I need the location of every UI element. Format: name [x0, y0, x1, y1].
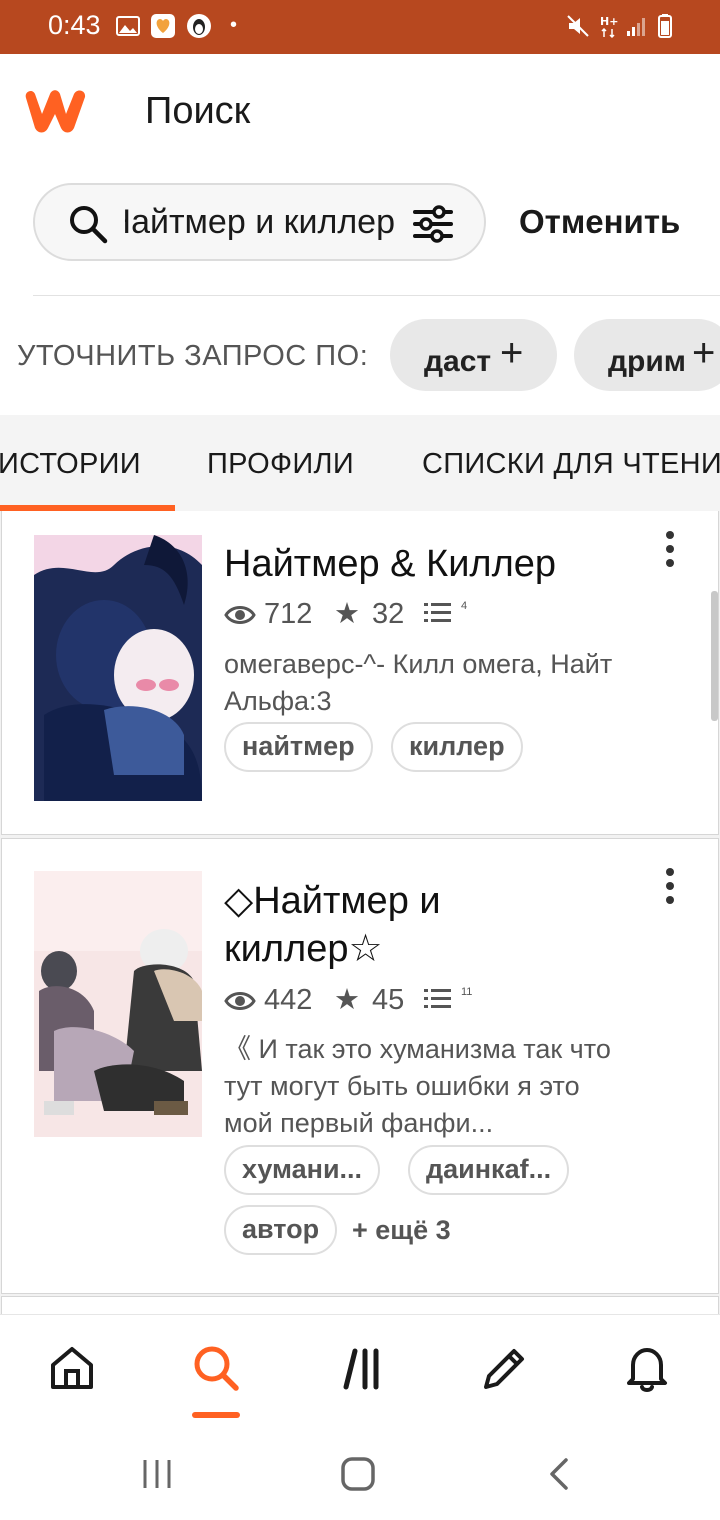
home-button-icon[interactable]	[340, 1456, 376, 1492]
story-stats: 712 ★ 32 4	[224, 598, 524, 634]
more-options-icon[interactable]	[660, 530, 680, 570]
status-bar: 0:43 • H+	[0, 0, 720, 54]
back-icon[interactable]	[542, 1456, 578, 1492]
votes-count: 32	[372, 598, 405, 630]
story-list: Найтмер & Киллер 712 ★ 32 4 омегаверс-^-…	[0, 511, 720, 1314]
more-tags-link[interactable]: + ещё 3	[352, 1215, 451, 1246]
recent-apps-icon[interactable]	[139, 1456, 175, 1492]
notifications-icon[interactable]	[622, 1343, 672, 1393]
library-icon[interactable]	[338, 1343, 388, 1393]
story-cover-image[interactable]	[34, 535, 202, 801]
heart-app-icon	[151, 14, 175, 38]
home-icon[interactable]	[47, 1343, 97, 1393]
search-bar[interactable]	[33, 183, 486, 261]
story-cover-image[interactable]	[34, 871, 202, 1137]
signal-icon	[627, 18, 645, 36]
story-tag[interactable]: хумани...	[224, 1145, 381, 1195]
search-input[interactable]	[125, 185, 395, 259]
battery-icon	[658, 14, 672, 38]
story-title-line-1[interactable]: ◇Найтмер и	[224, 877, 441, 925]
bottom-navigation	[0, 1314, 720, 1426]
story-title-line-2[interactable]: киллер☆	[224, 925, 383, 973]
svg-text:H+: H+	[600, 15, 618, 28]
more-options-icon[interactable]	[660, 867, 680, 907]
search-nav-icon[interactable]	[191, 1343, 241, 1393]
cancel-button[interactable]: Отменить	[519, 203, 680, 241]
refine-label: УТОЧНИТЬ ЗАПРОС ПО:	[17, 340, 369, 372]
image-icon	[116, 16, 140, 36]
write-icon[interactable]	[480, 1343, 530, 1393]
network-h-plus-icon: H+	[600, 15, 618, 39]
refine-chip-dast[interactable]: даст +	[390, 319, 557, 391]
refine-chip-drim[interactable]: дрим +	[574, 319, 720, 391]
active-nav-indicator	[192, 1412, 240, 1418]
story-description: 《 И так это хуманизма так что тут могут …	[224, 1034, 611, 1138]
penguin-app-icon	[187, 14, 211, 38]
parts-count: 4	[461, 600, 468, 612]
divider	[33, 295, 720, 296]
story-card[interactable]: ◇Найтмер и киллер☆ 442 ★ 45 11 《 И так э…	[1, 838, 719, 1294]
story-card[interactable]	[1, 1296, 719, 1314]
eye-icon	[224, 606, 256, 624]
story-tag[interactable]: автор	[224, 1205, 338, 1255]
tab-reading-lists[interactable]: СПИСКИ ДЛЯ ЧТЕНИ	[422, 448, 720, 481]
filter-icon[interactable]	[413, 205, 453, 243]
story-title[interactable]: Найтмер & Киллер	[224, 540, 556, 588]
status-dot: •	[230, 14, 238, 36]
story-description: омегаверс-^- Килл омега, Найт Альфа:3	[224, 649, 613, 716]
search-icon	[70, 206, 108, 244]
star-icon: ★	[334, 598, 360, 630]
plus-icon: +	[692, 331, 716, 375]
system-navigation-bar	[0, 1426, 720, 1520]
votes-count: 45	[372, 984, 405, 1016]
wattpad-logo[interactable]	[22, 84, 92, 136]
parts-list-icon	[424, 603, 451, 622]
chip-label: дрим	[608, 345, 687, 378]
tab-profiles[interactable]: ПРОФИЛИ	[207, 448, 354, 481]
mute-icon	[567, 15, 589, 37]
story-tag[interactable]: найтмер	[224, 722, 373, 772]
page-title: Поиск	[145, 90, 251, 132]
story-tag[interactable]: киллер	[391, 722, 523, 772]
reads-count: 442	[264, 984, 313, 1016]
reads-count: 712	[264, 598, 313, 630]
chip-label: даст	[424, 345, 492, 378]
eye-icon	[224, 992, 256, 1010]
results-tabs: ИСТОРИИ ПРОФИЛИ СПИСКИ ДЛЯ ЧТЕНИ	[0, 415, 720, 511]
story-card[interactable]: Найтмер & Киллер 712 ★ 32 4 омегаверс-^-…	[1, 511, 719, 835]
status-time: 0:43	[48, 10, 101, 40]
plus-icon: +	[500, 331, 524, 375]
story-stats: 442 ★ 45 11	[224, 984, 524, 1020]
parts-list-icon	[424, 989, 451, 1008]
star-icon: ★	[334, 984, 360, 1016]
story-tag[interactable]: даинкаf...	[408, 1145, 570, 1195]
scrollbar[interactable]	[711, 591, 718, 721]
parts-count: 11	[461, 986, 473, 998]
tab-stories[interactable]: ИСТОРИИ	[0, 448, 141, 481]
